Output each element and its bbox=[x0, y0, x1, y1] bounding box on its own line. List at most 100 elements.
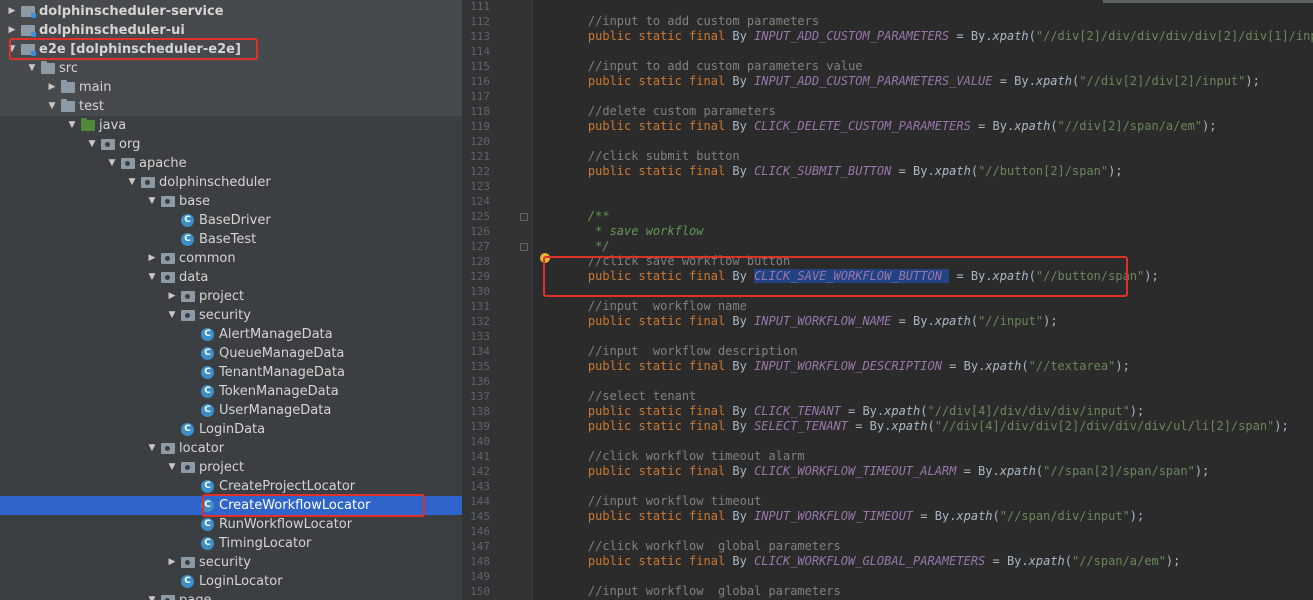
tree-item[interactable]: ▶ main bbox=[0, 78, 462, 97]
project-tree-panel[interactable]: ▶ dolphinscheduler-service ▶ dolphinschedul… bbox=[0, 0, 462, 600]
package-icon bbox=[161, 196, 175, 207]
expand-down-icon[interactable]: ▼ bbox=[127, 173, 137, 192]
code-line[interactable]: public static final By CLICK_WORKFLOW_TI… bbox=[559, 464, 1209, 479]
expand-down-icon[interactable]: ▼ bbox=[147, 268, 157, 287]
code-line[interactable]: //input to add custom parameters bbox=[559, 14, 819, 29]
expand-down-icon[interactable]: ▼ bbox=[147, 439, 157, 458]
tree-item[interactable]: C LoginLocator bbox=[0, 572, 462, 591]
tree-item[interactable]: ▶ common bbox=[0, 249, 462, 268]
code-line[interactable]: public static final By CLICK_DELETE_CUST… bbox=[559, 119, 1217, 134]
tree-item[interactable]: ▼ security bbox=[0, 306, 462, 325]
lightbulb-icon[interactable] bbox=[540, 253, 550, 263]
expand-right-icon[interactable]: ▶ bbox=[47, 78, 57, 97]
code-line[interactable]: * save workflow bbox=[559, 224, 703, 239]
tree-item[interactable]: C CreateProjectLocator bbox=[0, 477, 462, 496]
tree-item[interactable]: ▶ security bbox=[0, 553, 462, 572]
code-line[interactable]: //input workflow global parameters bbox=[559, 584, 841, 599]
expand-down-icon[interactable]: ▼ bbox=[27, 59, 37, 78]
expand-right-icon[interactable]: ▶ bbox=[167, 287, 177, 306]
code-line[interactable]: //click workflow global parameters bbox=[559, 539, 841, 554]
tree-item[interactable]: C LoginData bbox=[0, 420, 462, 439]
tree-item[interactable]: C TimingLocator bbox=[0, 534, 462, 553]
expand-right-icon[interactable]: ▶ bbox=[167, 553, 177, 572]
tree-item[interactable]: ▼ apache bbox=[0, 154, 462, 173]
tree-item-label: project bbox=[199, 289, 245, 304]
code-line[interactable]: public static final By INPUT_WORKFLOW_TI… bbox=[559, 509, 1144, 524]
code-line[interactable]: //input workflow timeout bbox=[559, 494, 761, 509]
tree-item[interactable]: ▶ project bbox=[0, 287, 462, 306]
fold-marker-icon[interactable] bbox=[520, 213, 528, 221]
code-line[interactable]: */ bbox=[559, 239, 609, 254]
tree-item-label: src bbox=[59, 61, 78, 76]
code-line[interactable]: public static final By CLICK_TENANT = By… bbox=[559, 404, 1144, 419]
tree-item-label: CreateProjectLocator bbox=[219, 479, 356, 494]
code-line[interactable]: /** bbox=[559, 209, 610, 224]
code-line[interactable]: //input workflow name bbox=[559, 299, 747, 314]
code-line[interactable]: public static final By INPUT_WORKFLOW_NA… bbox=[559, 314, 1058, 329]
expand-down-icon[interactable]: ▼ bbox=[47, 97, 57, 116]
tree-item[interactable]: ▼ project bbox=[0, 458, 462, 477]
line-number: 126 bbox=[470, 225, 490, 238]
expand-down-icon[interactable]: ▼ bbox=[167, 458, 177, 477]
tree-item[interactable]: C RunWorkflowLocator bbox=[0, 515, 462, 534]
expand-right-icon[interactable]: ▶ bbox=[147, 249, 157, 268]
code-line[interactable]: //input workflow description bbox=[559, 344, 798, 359]
tree-item[interactable]: C BaseTest bbox=[0, 230, 462, 249]
tree-item[interactable]: C QueueManageData bbox=[0, 344, 462, 363]
tree-item[interactable]: ▼ src bbox=[0, 59, 462, 78]
code-editor[interactable]: 111 112 113 114 115 116 117 118 119 120 121 122 123 1… bbox=[462, 0, 1313, 600]
tree-item[interactable]: ▼ page bbox=[0, 591, 462, 600]
fold-marker-icon[interactable] bbox=[520, 243, 528, 251]
expand-down-icon[interactable]: ▼ bbox=[147, 591, 157, 600]
tree-item[interactable]: ▼ org bbox=[0, 135, 462, 154]
tree-item[interactable]: C UserManageData bbox=[0, 401, 462, 420]
tree-item-label: data bbox=[179, 270, 209, 285]
line-number: 148 bbox=[470, 555, 490, 568]
expand-down-icon[interactable]: ▼ bbox=[7, 40, 17, 59]
line-number: 146 bbox=[470, 525, 490, 538]
expand-down-icon[interactable]: ▼ bbox=[107, 154, 117, 173]
line-number: 117 bbox=[470, 90, 490, 103]
code-line[interactable]: public static final By CLICK_SAVE_WORKFL… bbox=[559, 269, 1159, 284]
line-number: 125 bbox=[470, 210, 490, 223]
expand-down-icon[interactable]: ▼ bbox=[147, 192, 157, 211]
package-icon bbox=[161, 443, 175, 454]
code-line[interactable]: //select tenant bbox=[559, 389, 696, 404]
expand-down-icon[interactable]: ▼ bbox=[67, 116, 77, 135]
tree-item[interactable]: ▼ e2e [dolphinscheduler-e2e] bbox=[0, 40, 462, 59]
tree-item[interactable]: C TenantManageData bbox=[0, 363, 462, 382]
expand-right-icon[interactable]: ▶ bbox=[7, 21, 17, 40]
tree-item[interactable]: ▼ test bbox=[0, 97, 462, 116]
expand-right-icon[interactable]: ▶ bbox=[7, 2, 17, 21]
code-line[interactable]: public static final By CLICK_SUBMIT_BUTT… bbox=[559, 164, 1123, 179]
tree-item-label: base bbox=[179, 194, 210, 209]
code-line[interactable]: //click save workflow button bbox=[559, 254, 790, 269]
code-line[interactable]: public static final By INPUT_ADD_CUSTOM_… bbox=[559, 74, 1260, 89]
tree-item-label: TenantManageData bbox=[219, 365, 345, 380]
tree-item[interactable]: ▼ locator bbox=[0, 439, 462, 458]
tree-item-label: dolphinscheduler-ui bbox=[39, 23, 185, 38]
tree-item[interactable]: C BaseDriver bbox=[0, 211, 462, 230]
tree-item[interactable]: C CreateWorkflowLocator bbox=[0, 496, 462, 515]
code-line[interactable]: public static final By INPUT_ADD_CUSTOM_… bbox=[559, 29, 1313, 44]
code-line[interactable]: //delete custom parameters bbox=[559, 104, 776, 119]
tree-item[interactable]: ▼ dolphinscheduler bbox=[0, 173, 462, 192]
code-line[interactable]: //click workflow timeout alarm bbox=[559, 449, 805, 464]
code-line[interactable]: //input to add custom parameters value bbox=[559, 59, 863, 74]
tree-item[interactable]: ▶ dolphinscheduler-service bbox=[0, 2, 462, 21]
code-line[interactable]: public static final By CLICK_WORKFLOW_GL… bbox=[559, 554, 1180, 569]
tree-item-label: LoginLocator bbox=[199, 574, 283, 589]
line-number: 116 bbox=[470, 75, 490, 88]
code-line[interactable]: public static final By SELECT_TENANT = B… bbox=[559, 419, 1289, 434]
tree-item[interactable]: ▼ data bbox=[0, 268, 462, 287]
tree-item[interactable]: ▼ base bbox=[0, 192, 462, 211]
expand-down-icon[interactable]: ▼ bbox=[87, 135, 97, 154]
code-line[interactable]: public static final By INPUT_WORKFLOW_DE… bbox=[559, 359, 1130, 374]
code-line[interactable]: //click submit button bbox=[559, 149, 740, 164]
tree-item[interactable]: ▶ dolphinscheduler-ui bbox=[0, 21, 462, 40]
line-number: 127 bbox=[470, 240, 490, 253]
tree-item[interactable]: C AlertManageData bbox=[0, 325, 462, 344]
tree-item[interactable]: ▼ java bbox=[0, 116, 462, 135]
expand-down-icon[interactable]: ▼ bbox=[167, 306, 177, 325]
tree-item[interactable]: C TokenManageData bbox=[0, 382, 462, 401]
